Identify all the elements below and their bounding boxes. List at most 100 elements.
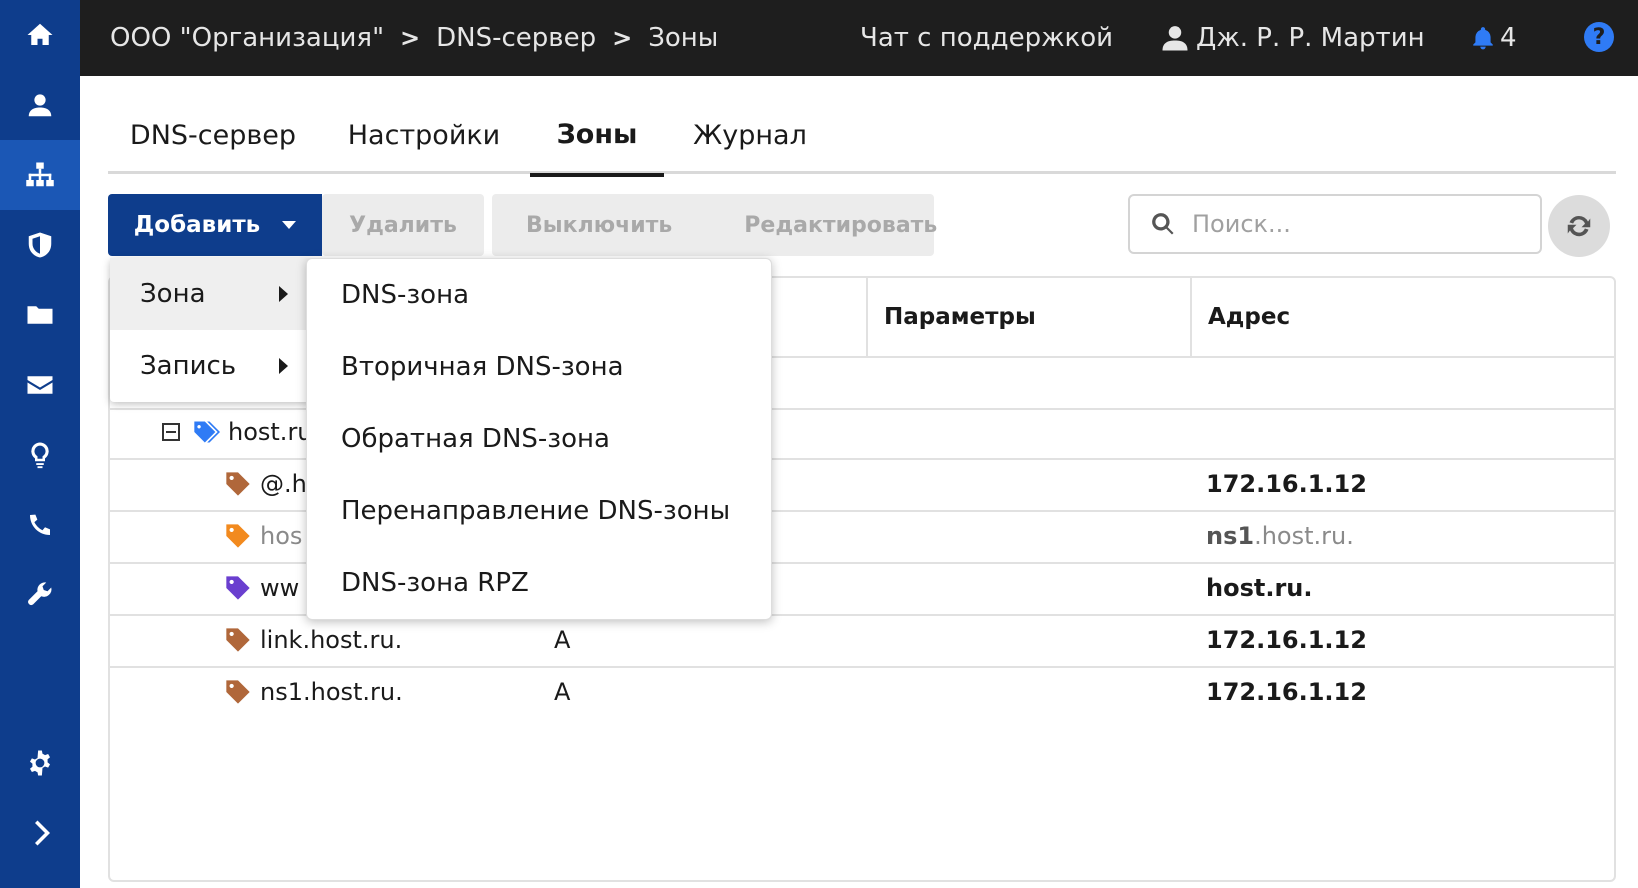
row-name: hos — [260, 522, 303, 550]
row-address: 172.16.1.12 — [1206, 470, 1367, 498]
sidebar-item-network[interactable] — [0, 140, 80, 210]
menu-item-label: Зона — [140, 279, 206, 309]
row-type: A — [554, 678, 571, 706]
user-name: Дж. Р. Р. Мартин — [1196, 23, 1425, 53]
tree-node: host.ru — [162, 406, 313, 458]
caret-down-icon — [282, 221, 297, 229]
search-box — [1128, 194, 1542, 254]
home-icon — [27, 23, 53, 45]
sidebar-expand[interactable] — [0, 798, 80, 868]
row-address-host: ns1 — [1206, 522, 1255, 550]
wrench-icon — [28, 582, 52, 605]
column-header-address[interactable]: Адрес — [1190, 278, 1614, 356]
submenu-item-dns-zone[interactable]: DNS-зона — [307, 259, 773, 331]
user-icon — [1162, 26, 1188, 51]
network-icon — [26, 162, 54, 187]
zone-tag-icon — [194, 421, 220, 443]
refresh-button[interactable] — [1548, 195, 1610, 257]
sidebar-item-home[interactable] — [0, 0, 80, 70]
breadcrumb-separator: > — [400, 24, 421, 52]
add-button[interactable]: Добавить — [108, 194, 322, 256]
record-tag-icon — [226, 680, 250, 704]
row-name: ns1.host.ru. — [260, 678, 403, 706]
notifications-button[interactable]: 4 — [1470, 0, 1517, 76]
top-bar: ООО "Организация" > DNS-сервер > Зоны Ча… — [80, 0, 1638, 76]
submenu-item-rpz-zone[interactable]: DNS-зона RPZ — [307, 547, 773, 619]
breadcrumb-organization[interactable]: ООО "Организация" — [110, 23, 384, 53]
edit-button[interactable]: Редактировать — [744, 213, 937, 238]
sidebar-item-ideas[interactable] — [0, 420, 80, 490]
lightbulb-icon — [31, 442, 49, 469]
mail-icon — [27, 376, 53, 394]
user-icon — [28, 94, 52, 117]
row-name-cell: hos — [224, 510, 302, 562]
sidebar-item-settings[interactable] — [0, 728, 80, 798]
search-input[interactable] — [1192, 210, 1512, 238]
record-tag-icon — [226, 576, 250, 600]
sidebar-item-security[interactable] — [0, 210, 80, 280]
row-name-cell: ns1.host.ru. — [224, 666, 403, 718]
table-row[interactable]: ns1.host.ru. A 172.16.1.12 — [110, 666, 1614, 718]
row-address: host.ru. — [1206, 574, 1313, 602]
bell-icon — [1473, 27, 1493, 50]
add-button-label: Добавить — [133, 212, 261, 238]
disable-button[interactable]: Выключить — [526, 213, 672, 238]
menu-item-label: Запись — [140, 351, 237, 381]
breadcrumb-dns-server[interactable]: DNS-сервер — [436, 23, 596, 53]
record-tag-icon — [226, 524, 250, 548]
caret-right-icon — [279, 358, 288, 374]
refresh-icon — [1567, 215, 1591, 237]
sidebar-item-mail[interactable] — [0, 350, 80, 420]
folder-icon — [27, 306, 53, 324]
sidebar — [0, 0, 80, 888]
sidebar-item-tools[interactable] — [0, 560, 80, 630]
submenu-item-forward-zone[interactable]: Перенаправление DNS-зоны — [307, 475, 773, 547]
row-name: ww — [260, 574, 300, 602]
zone-submenu: DNS-зона Вторичная DNS-зона Обратная DNS… — [306, 258, 772, 620]
row-name: link.host.ru. — [260, 626, 403, 654]
row-name-cell: @.h — [224, 458, 307, 510]
breadcrumb: ООО "Организация" > DNS-сервер > Зоны — [110, 0, 718, 76]
row-name: @.h — [260, 470, 307, 498]
sidebar-item-files[interactable] — [0, 280, 80, 350]
user-menu[interactable]: Дж. Р. Р. Мартин — [1160, 0, 1425, 76]
row-address-domain: .host.ru. — [1254, 522, 1354, 550]
submenu-item-reverse-zone[interactable]: Обратная DNS-зона — [307, 403, 773, 475]
delete-button[interactable]: Удалить — [322, 194, 484, 256]
notifications-count: 4 — [1500, 23, 1517, 53]
shield-icon — [28, 232, 52, 258]
column-header-params[interactable]: Параметры — [866, 278, 1190, 356]
help-button[interactable]: ? — [1584, 22, 1614, 52]
caret-right-icon — [279, 286, 288, 302]
record-tag-icon — [226, 472, 250, 496]
search-icon — [1152, 213, 1174, 235]
sidebar-item-telephony[interactable] — [0, 490, 80, 560]
row-name-cell: link.host.ru. — [224, 614, 402, 666]
menu-item-record[interactable]: Запись — [110, 330, 310, 402]
row-address: ns1 .host.ru. — [1206, 510, 1354, 562]
row-address: 172.16.1.12 — [1206, 678, 1367, 706]
table-row[interactable]: link.host.ru. A 172.16.1.12 — [110, 614, 1614, 666]
row-type: A — [554, 626, 571, 654]
tab-dns-server[interactable]: DNS-сервер — [108, 96, 318, 174]
add-dropdown-menu: Зона Запись — [110, 258, 310, 402]
tab-bar: DNS-сервер Настройки Зоны Журнал — [108, 96, 1616, 177]
menu-item-zone[interactable]: Зона — [110, 258, 310, 330]
breadcrumb-separator: > — [612, 24, 633, 52]
tab-settings[interactable]: Настройки — [318, 96, 530, 174]
row-name-cell: ww — [224, 562, 299, 614]
submenu-item-secondary-zone[interactable]: Вторичная DNS-зона — [307, 331, 773, 403]
gear-icon — [30, 750, 50, 776]
tab-zones[interactable]: Зоны — [530, 96, 664, 177]
action-group: Выключить Редактировать — [492, 194, 937, 256]
sidebar-item-users[interactable] — [0, 70, 80, 140]
tab-log[interactable]: Журнал — [664, 96, 836, 174]
record-tag-icon — [226, 628, 250, 652]
breadcrumb-zones: Зоны — [648, 23, 719, 53]
row-name: host.ru — [228, 418, 313, 446]
phone-icon — [30, 514, 50, 535]
chevron-right-icon — [35, 820, 50, 846]
row-address: 172.16.1.12 — [1206, 626, 1367, 654]
support-chat-link[interactable]: Чат с поддержкой — [860, 0, 1113, 76]
collapse-icon[interactable] — [162, 423, 180, 441]
